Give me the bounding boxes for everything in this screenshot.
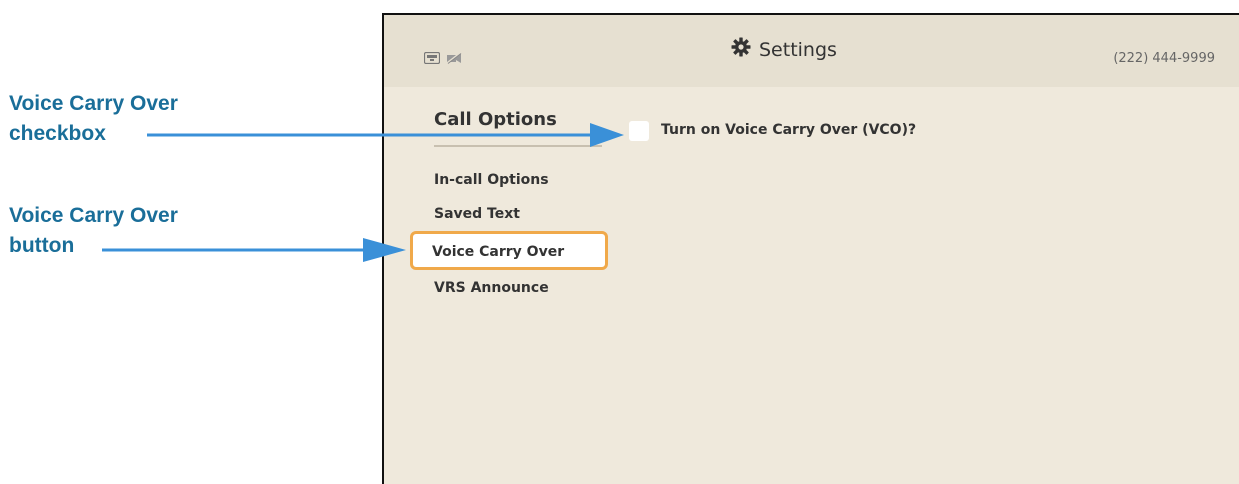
callout-arrows: [102, 123, 624, 262]
arrow-to-checkbox: [147, 123, 624, 147]
arrow-to-button: [102, 238, 406, 262]
